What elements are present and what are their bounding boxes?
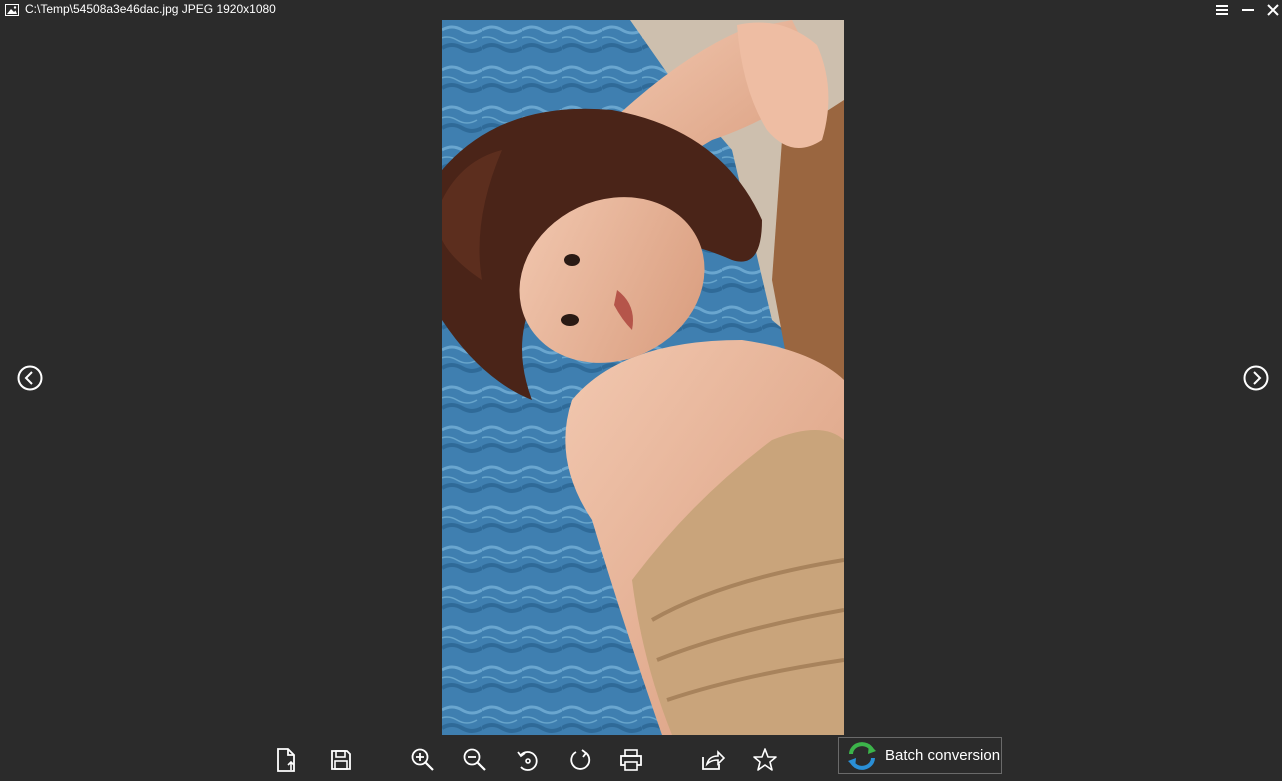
share-button[interactable] [699,746,727,774]
rotate-left-icon [517,751,538,771]
title-bar: C:\Temp\54508a3e46dac.jpg JPEG 1920x1080 [0,0,1282,20]
zoom-out-icon [463,748,486,771]
open-file-button[interactable] [272,746,300,774]
rotate-right-button[interactable] [566,746,594,774]
rotate-right-icon [570,749,591,770]
favorite-button[interactable] [751,746,779,774]
batch-convert-icon [845,741,879,771]
print-icon [620,749,642,771]
image-viewer-window: C:\Temp\54508a3e46dac.jpg JPEG 1920x1080 [0,0,1282,781]
previous-image-button[interactable] [17,365,43,391]
batch-conversion-button[interactable]: Batch conversion [838,737,1002,774]
batch-conversion-label: Batch conversion [885,747,1001,764]
rotate-left-button[interactable] [514,746,542,774]
print-button[interactable] [617,746,645,774]
star-icon [753,748,777,771]
open-file-icon [277,748,295,772]
share-icon [702,750,726,770]
zoom-out-button[interactable] [461,746,489,774]
close-icon[interactable] [1264,2,1282,18]
image-icon [5,3,19,16]
save-button[interactable] [327,746,355,774]
next-image-button[interactable] [1243,365,1269,391]
hamburger-menu-icon[interactable] [1213,2,1231,18]
minimize-icon[interactable] [1239,2,1257,18]
zoom-in-button[interactable] [409,746,437,774]
save-icon [331,750,351,770]
displayed-photo [442,20,844,735]
window-title: C:\Temp\54508a3e46dac.jpg JPEG 1920x1080 [25,2,276,16]
zoom-in-icon [411,748,434,771]
